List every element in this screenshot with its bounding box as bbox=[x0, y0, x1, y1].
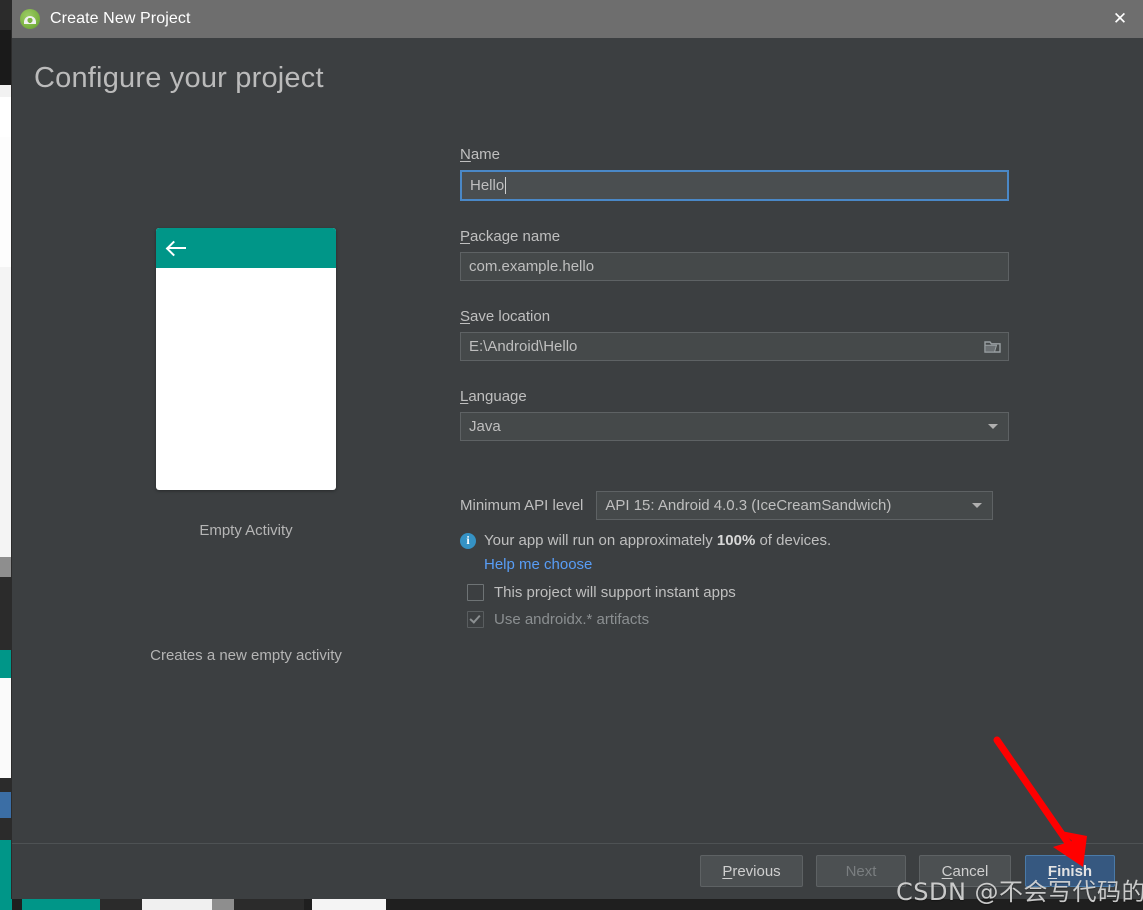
phone-preview bbox=[156, 228, 336, 490]
name-label-rest: ame bbox=[470, 146, 501, 163]
previous-button[interactable]: Previous bbox=[700, 855, 803, 887]
chevron-down-icon bbox=[988, 424, 998, 429]
back-arrow-icon bbox=[168, 240, 188, 256]
package-name-input[interactable]: com.example.hello bbox=[460, 252, 1009, 281]
dialog-titlebar[interactable]: Create New Project ✕ bbox=[12, 0, 1143, 38]
name-mnemonic: N bbox=[460, 146, 471, 163]
name-input[interactable]: Hello bbox=[460, 170, 1009, 201]
package-name-label-rest: ackage name bbox=[470, 228, 561, 245]
save-location-label-rest: ave location bbox=[470, 308, 551, 325]
text-caret bbox=[505, 177, 507, 194]
language-label: Language bbox=[460, 388, 1020, 405]
package-name-value: com.example.hello bbox=[469, 258, 595, 275]
dialog-body: Configure your project Empty Activity Cr… bbox=[12, 38, 1143, 843]
save-location-value: E:\Android\Hello bbox=[469, 338, 578, 355]
save-location-label: Save location bbox=[460, 308, 1020, 325]
taskbar-item[interactable] bbox=[0, 888, 12, 910]
next-label: Next bbox=[845, 862, 877, 880]
instant-apps-label: This project will support instant apps bbox=[494, 584, 736, 601]
min-api-value: API 15: Android 4.0.3 (IceCreamSandwich) bbox=[605, 497, 892, 514]
name-label: Name bbox=[460, 146, 1020, 163]
min-api-select[interactable]: API 15: Android 4.0.3 (IceCreamSandwich) bbox=[596, 491, 994, 520]
androidx-label: Use androidx.* artifacts bbox=[494, 611, 650, 628]
template-description: Creates a new empty activity bbox=[150, 647, 342, 664]
device-coverage-info: i Your app will run on approximately 100… bbox=[460, 532, 1020, 549]
device-coverage-prefix: Your app will run on approximately bbox=[484, 532, 717, 549]
instant-apps-checkbox[interactable] bbox=[467, 584, 484, 601]
language-label-rest: anguage bbox=[468, 388, 527, 405]
package-name-label: Package name bbox=[460, 228, 1020, 245]
csdn-watermark: CSDN @不会写代码的程序 bbox=[896, 878, 1143, 906]
min-api-row: Minimum API level API 15: Android 4.0.3 … bbox=[460, 491, 1020, 520]
close-icon[interactable]: ✕ bbox=[1097, 0, 1143, 38]
save-location-input[interactable]: E:\Android\Hello bbox=[460, 332, 1009, 361]
create-new-project-dialog: Create New Project ✕ Configure your proj… bbox=[12, 0, 1143, 899]
device-coverage-text: Your app will run on approximately 100% … bbox=[484, 532, 831, 549]
androidx-checkbox bbox=[467, 611, 484, 628]
previous-mnemonic: P bbox=[722, 862, 733, 880]
language-value: Java bbox=[469, 418, 501, 435]
min-api-label: Minimum API level bbox=[460, 497, 584, 514]
template-preview-panel: Empty Activity Creates a new empty activ… bbox=[26, 228, 466, 664]
instant-apps-checkbox-row[interactable]: This project will support instant apps bbox=[460, 584, 1020, 601]
device-coverage-percent: 100% bbox=[716, 532, 756, 549]
dialog-title: Create New Project bbox=[50, 10, 191, 27]
language-select[interactable]: Java bbox=[460, 412, 1009, 441]
info-icon: i bbox=[460, 532, 476, 549]
android-studio-icon bbox=[20, 9, 40, 29]
folder-icon[interactable] bbox=[984, 340, 1001, 353]
next-button: Next bbox=[816, 855, 906, 887]
screenshot-root: 逻 ● 取 提 接 完 入 入 建 广 自 又 且 人 回 该 该 加 序 bbox=[0, 0, 1143, 910]
package-name-mnemonic: P bbox=[460, 228, 471, 245]
help-me-choose-link[interactable]: Help me choose bbox=[484, 556, 592, 573]
previous-label-rest: revious bbox=[732, 862, 781, 880]
preview-appbar bbox=[156, 228, 336, 268]
device-coverage-suffix: of devices. bbox=[755, 532, 832, 549]
template-name: Empty Activity bbox=[199, 522, 293, 539]
androidx-checkbox-row: Use androidx.* artifacts bbox=[460, 611, 1020, 628]
save-location-mnemonic: S bbox=[460, 308, 471, 325]
chevron-down-icon bbox=[972, 503, 983, 508]
page-title: Configure your project bbox=[34, 62, 324, 94]
project-form: Name Hello Package name com.example.hell… bbox=[460, 146, 1020, 628]
name-input-value: Hello bbox=[470, 177, 505, 194]
